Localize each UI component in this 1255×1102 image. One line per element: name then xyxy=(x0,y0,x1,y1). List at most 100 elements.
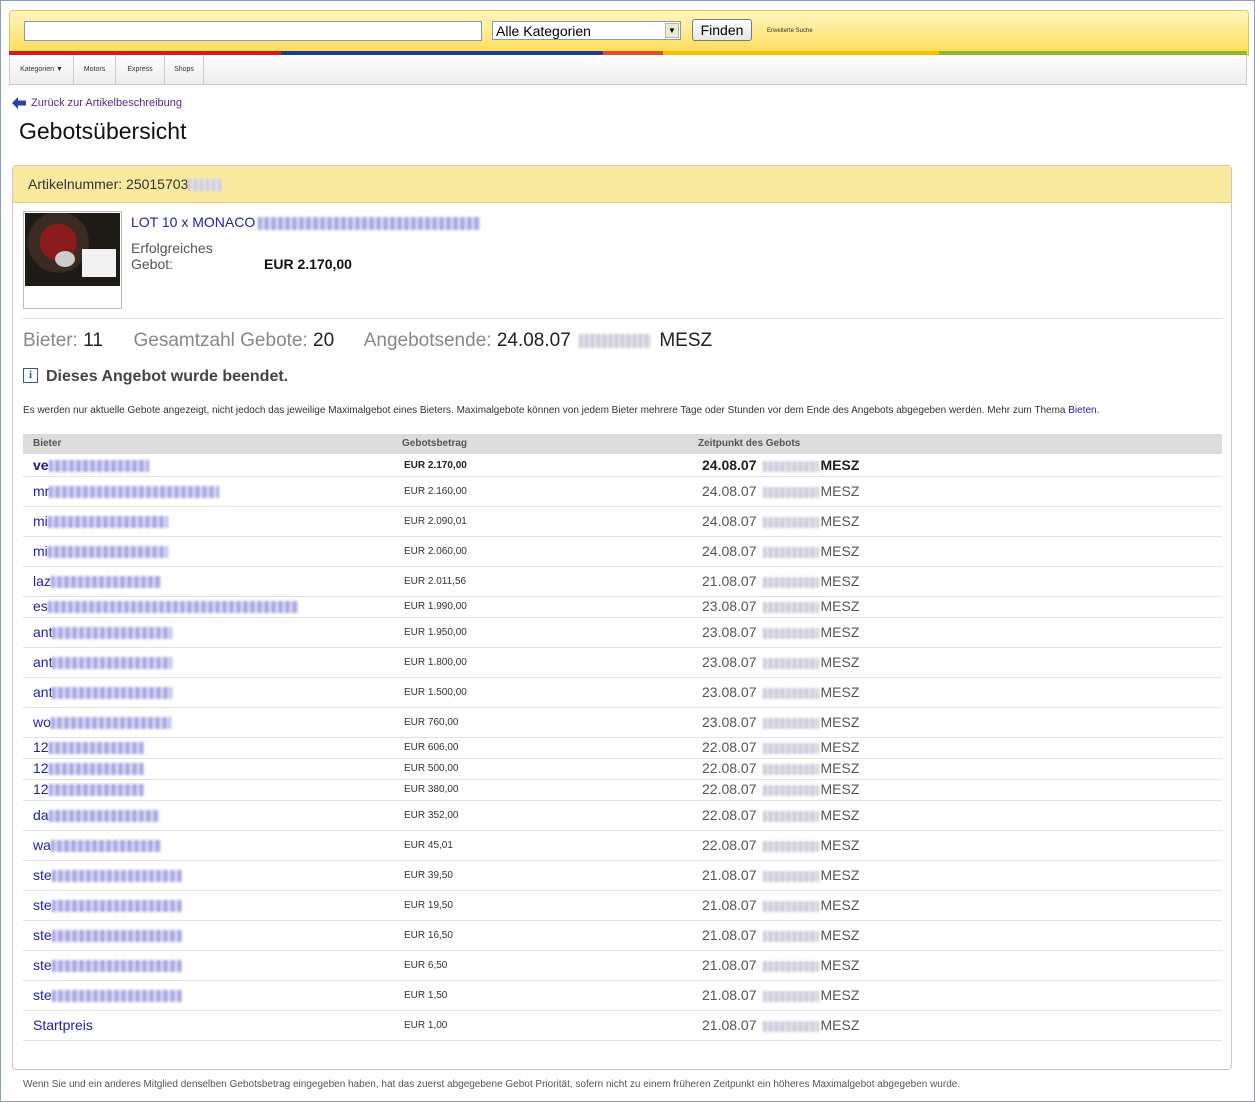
bidder-name: ste xyxy=(33,927,52,943)
bidder-link[interactable]: ste xyxy=(33,927,182,943)
bid-date: 21.08.07 xyxy=(702,1017,757,1033)
nav-item-categories[interactable]: Kategorien ▼ xyxy=(10,55,74,84)
find-button[interactable]: Finden xyxy=(692,19,752,41)
bid-amount: EUR 1.990,00 xyxy=(404,601,467,612)
bid-time: 21.08.07 MESZ xyxy=(702,1017,859,1033)
advanced-search-link[interactable]: Erweiterte Suche xyxy=(767,28,813,34)
redacted-text xyxy=(762,687,819,699)
table-row: mi EUR 2.060,00 24.08.07 MESZ xyxy=(23,536,1222,567)
back-to-item-link[interactable]: Zurück zur Artikelbeschreibung xyxy=(31,97,182,109)
bidder-link[interactable]: mi xyxy=(33,513,168,529)
bid-amount: EUR 1,50 xyxy=(404,990,448,1001)
redacted-text xyxy=(49,486,220,499)
bidder-link[interactable]: mi xyxy=(33,543,168,559)
bid-time: 21.08.07 MESZ xyxy=(702,867,859,883)
bidder-link[interactable]: ste xyxy=(33,957,182,973)
bidder-name: ste xyxy=(33,987,52,1003)
dropdown-arrow-icon[interactable]: ▼ xyxy=(665,23,679,38)
bid-timezone: MESZ xyxy=(820,483,860,499)
bidder-link[interactable]: ant xyxy=(33,654,173,670)
redacted-text xyxy=(52,687,173,700)
redacted-text xyxy=(762,460,819,472)
item-thumbnail[interactable] xyxy=(23,211,122,309)
bidder-name: mr xyxy=(33,483,50,499)
bidder-name: mi xyxy=(33,513,48,529)
divider xyxy=(23,318,1222,319)
bid-timezone: MESZ xyxy=(820,987,860,1003)
bidder-link[interactable]: ant xyxy=(33,684,173,700)
bidder-link[interactable]: ve xyxy=(33,457,149,473)
bidder-name: es xyxy=(33,598,48,614)
bidder-link[interactable]: 12 xyxy=(33,760,144,776)
table-row: ve EUR 2.170,00 24.08.07 MESZ xyxy=(23,455,1222,477)
table-row: ant EUR 1.500,00 23.08.07 MESZ xyxy=(23,677,1222,708)
redacted-text xyxy=(47,546,168,559)
bidder-link[interactable]: wo xyxy=(33,714,171,730)
redacted-text xyxy=(188,179,223,192)
bid-time: 21.08.07 MESZ xyxy=(702,927,859,943)
bidder-link[interactable]: 12 xyxy=(33,781,144,797)
bid-timezone: MESZ xyxy=(820,927,860,943)
redacted-text xyxy=(51,990,182,1003)
redacted-text xyxy=(762,601,819,613)
item-title-text: LOT 10 x MONACO xyxy=(131,214,256,230)
bid-amount: EUR 500,00 xyxy=(404,763,459,774)
bid-timezone: MESZ xyxy=(820,1017,860,1033)
bidder-link[interactable]: es xyxy=(33,598,298,614)
bid-time: 23.08.07 MESZ xyxy=(702,624,859,640)
bid-timezone: MESZ xyxy=(820,624,860,640)
bid-timezone: MESZ xyxy=(820,654,860,670)
nav-item-shops[interactable]: Shops xyxy=(165,55,204,84)
redacted-text xyxy=(762,576,819,588)
bid-timezone: MESZ xyxy=(820,573,860,589)
bidder-link[interactable]: mr xyxy=(33,483,220,499)
bid-timezone: MESZ xyxy=(820,543,860,559)
bid-date: 24.08.07 xyxy=(702,513,757,529)
redacted-text xyxy=(258,216,481,230)
bid-time: 24.08.07 MESZ xyxy=(702,543,859,559)
bidder-link[interactable]: wa xyxy=(33,837,161,853)
redacted-text xyxy=(762,657,819,669)
search-input[interactable] xyxy=(24,21,482,41)
bidder-link[interactable]: 12 xyxy=(33,739,144,755)
nav-item-motors[interactable]: Motors xyxy=(74,55,116,84)
table-row: 12 EUR 606,00 22.08.07 MESZ xyxy=(23,737,1222,759)
redacted-text xyxy=(579,333,652,348)
start-price-link[interactable]: Startpreis xyxy=(33,1017,93,1033)
bid-date: 22.08.07 xyxy=(702,781,757,797)
redacted-text xyxy=(762,840,819,852)
nav-item-express[interactable]: Express xyxy=(116,55,165,84)
bidder-name: ant xyxy=(33,684,53,700)
bidder-name: ant xyxy=(33,624,53,640)
bidder-link[interactable]: ste xyxy=(33,987,182,1003)
bidder-link[interactable]: da xyxy=(33,807,159,823)
bid-timezone: MESZ xyxy=(820,739,860,755)
redacted-text xyxy=(762,810,819,822)
bid-amount: EUR 2.160,00 xyxy=(404,486,467,497)
bid-amount: EUR 1.500,00 xyxy=(404,687,467,698)
bid-time: 21.08.07 MESZ xyxy=(702,957,859,973)
page-title: Gebotsübersicht xyxy=(19,118,187,144)
bid-amount: EUR 2.060,00 xyxy=(404,546,467,557)
back-arrow-icon[interactable] xyxy=(12,97,26,109)
bid-date: 24.08.07 xyxy=(702,457,757,473)
category-select[interactable]: Alle Kategorien ▼ xyxy=(492,21,681,40)
bidder-link[interactable]: ste xyxy=(33,867,182,883)
bidding-help-link[interactable]: Bieten xyxy=(1068,405,1096,416)
bidder-name: wa xyxy=(33,837,51,853)
redacted-text xyxy=(48,742,144,755)
bidder-name: laz xyxy=(33,573,51,589)
bid-date: 23.08.07 xyxy=(702,684,757,700)
table-row: ste EUR 19,50 21.08.07 MESZ xyxy=(23,890,1222,921)
bidder-link[interactable]: ste xyxy=(33,897,182,913)
bid-amount: EUR 1.950,00 xyxy=(404,627,467,638)
bidders-count: 11 xyxy=(83,330,103,351)
item-title-link[interactable]: LOT 10 x MONACO xyxy=(131,214,481,230)
bid-time: 23.08.07 MESZ xyxy=(702,714,859,730)
bidder-name: mi xyxy=(33,543,48,559)
note-text: Es werden nur aktuelle Gebote angezeigt,… xyxy=(23,405,1066,416)
bid-timezone: MESZ xyxy=(820,714,860,730)
bidder-link[interactable]: ant xyxy=(33,624,173,640)
bidder-link[interactable]: laz xyxy=(33,573,161,589)
bid-time: 24.08.07 MESZ xyxy=(702,483,859,499)
